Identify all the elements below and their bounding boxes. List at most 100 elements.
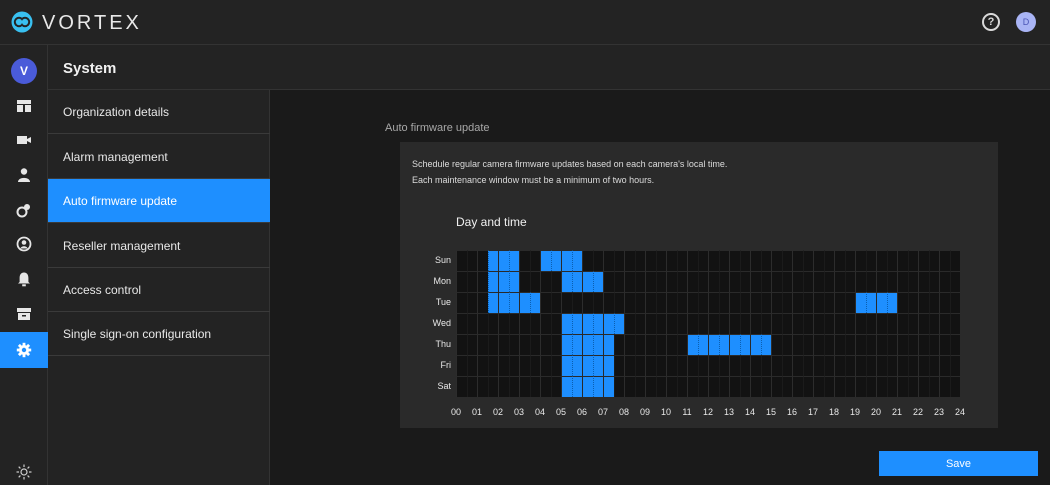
schedule-cell[interactable] [655,313,666,334]
schedule-cell[interactable] [771,376,782,397]
schedule-cell[interactable] [813,334,824,355]
schedule-cell[interactable] [802,334,813,355]
schedule-cell[interactable] [529,271,540,292]
schedule-cell[interactable] [834,334,845,355]
schedule-cell[interactable] [666,292,677,313]
rail-dashboard[interactable] [0,91,48,121]
schedule-cell[interactable] [666,271,677,292]
schedule-cell[interactable] [886,334,897,355]
schedule-cell-selected[interactable] [603,355,614,376]
schedule-cell[interactable] [592,250,603,271]
schedule-cell[interactable] [634,292,645,313]
schedule-cell[interactable] [802,271,813,292]
schedule-cell[interactable] [855,271,866,292]
schedule-cell[interactable] [487,376,498,397]
schedule-cell[interactable] [645,376,656,397]
schedule-cell[interactable] [918,334,929,355]
schedule-cell[interactable] [687,292,698,313]
schedule-cell[interactable] [718,292,729,313]
schedule-cell[interactable] [519,271,530,292]
schedule-cell[interactable] [550,292,561,313]
schedule-cell[interactable] [897,292,908,313]
schedule-cell[interactable] [718,313,729,334]
schedule-cell[interactable] [477,376,488,397]
nav-alarm-management[interactable]: Alarm management [48,135,270,179]
schedule-cell-selected[interactable] [498,292,509,313]
schedule-cell[interactable] [939,250,950,271]
schedule-cell[interactable] [645,355,656,376]
schedule-cell-selected[interactable] [529,292,540,313]
schedule-cell[interactable] [844,334,855,355]
schedule-cell[interactable] [540,292,551,313]
schedule-cell[interactable] [477,271,488,292]
schedule-cell[interactable] [918,355,929,376]
nav-reseller-management[interactable]: Reseller management [48,224,270,268]
schedule-cell[interactable] [865,376,876,397]
schedule-cell[interactable] [739,292,750,313]
help-circle-icon[interactable]: ? [982,13,1000,31]
schedule-cell[interactable] [802,313,813,334]
schedule-cell-selected[interactable] [613,313,624,334]
schedule-cell[interactable] [750,292,761,313]
schedule-cell[interactable] [687,313,698,334]
schedule-cell-selected[interactable] [855,292,866,313]
schedule-cell-selected[interactable] [508,292,519,313]
schedule-cell-selected[interactable] [603,313,614,334]
schedule-cell[interactable] [540,313,551,334]
schedule-cell[interactable] [498,334,509,355]
schedule-cell[interactable] [729,250,740,271]
schedule-cell[interactable] [928,250,939,271]
schedule-cell[interactable] [750,250,761,271]
rail-account[interactable] [0,229,48,259]
schedule-cell[interactable] [750,355,761,376]
schedule-cell[interactable] [550,355,561,376]
schedule-cell[interactable] [466,334,477,355]
schedule-cell[interactable] [771,355,782,376]
schedule-cell[interactable] [813,313,824,334]
schedule-cell[interactable] [487,355,498,376]
schedule-cell[interactable] [949,250,960,271]
schedule-cell[interactable] [729,271,740,292]
schedule-cell[interactable] [687,271,698,292]
schedule-cell[interactable] [708,313,719,334]
schedule-cell[interactable] [802,292,813,313]
schedule-cell-selected[interactable] [561,250,572,271]
schedule-cell-selected[interactable] [592,313,603,334]
schedule-cell[interactable] [529,313,540,334]
schedule-cell[interactable] [487,313,498,334]
schedule-cell[interactable] [813,271,824,292]
schedule-cell[interactable] [718,376,729,397]
schedule-cell[interactable] [508,313,519,334]
schedule-cell[interactable] [708,271,719,292]
schedule-cell[interactable] [687,250,698,271]
schedule-cell[interactable] [834,271,845,292]
schedule-cell[interactable] [855,250,866,271]
schedule-cell[interactable] [886,355,897,376]
schedule-cell[interactable] [834,292,845,313]
schedule-cell[interactable] [792,250,803,271]
schedule-cell[interactable] [540,334,551,355]
schedule-cell-selected[interactable] [739,334,750,355]
schedule-cell[interactable] [771,334,782,355]
schedule-cell[interactable] [676,292,687,313]
schedule-cell[interactable] [876,313,887,334]
schedule-cell[interactable] [928,292,939,313]
schedule-cell[interactable] [477,355,488,376]
schedule-cell[interactable] [655,271,666,292]
schedule-cell[interactable] [802,250,813,271]
schedule-cell[interactable] [519,355,530,376]
schedule-cell[interactable] [645,313,656,334]
schedule-cell[interactable] [739,271,750,292]
schedule-cell[interactable] [823,334,834,355]
schedule-cell[interactable] [655,250,666,271]
schedule-cell[interactable] [897,250,908,271]
schedule-cell[interactable] [844,250,855,271]
rail-cameras[interactable] [0,125,48,155]
schedule-cell[interactable] [781,271,792,292]
schedule-cell[interactable] [897,376,908,397]
rail-tags[interactable] [0,195,48,225]
schedule-cell[interactable] [834,355,845,376]
schedule-cell[interactable] [865,271,876,292]
schedule-cell[interactable] [697,355,708,376]
schedule-cell[interactable] [760,250,771,271]
